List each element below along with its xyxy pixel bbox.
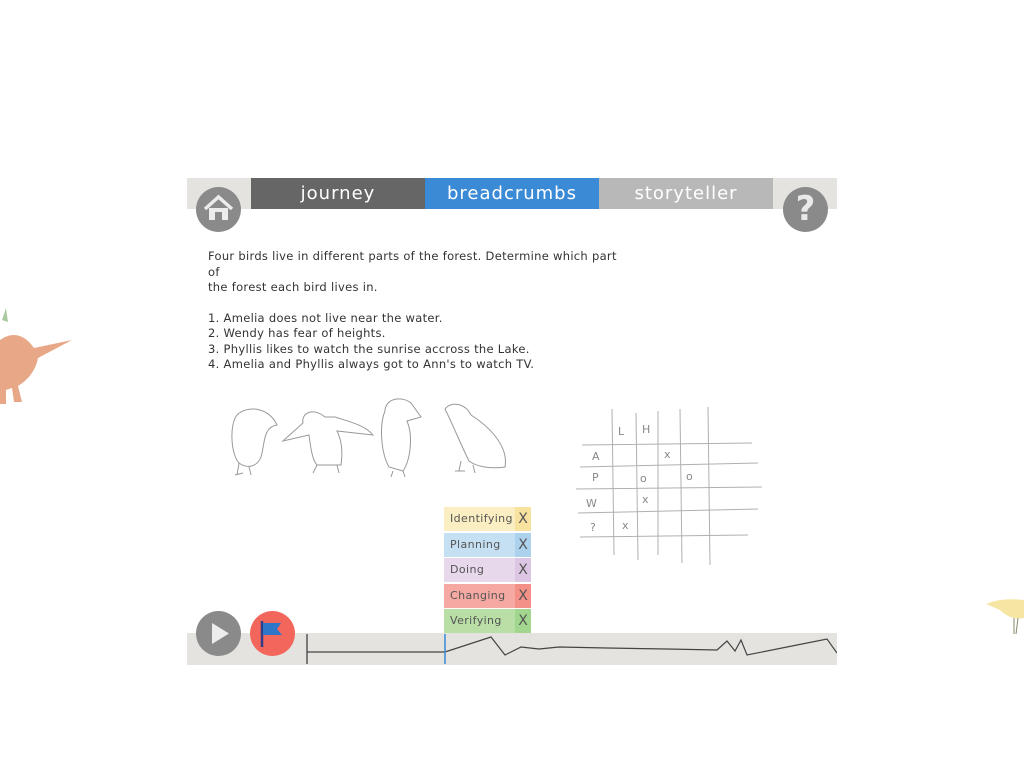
stage-label: Identifying (450, 512, 513, 525)
stage-label: Changing (450, 588, 506, 602)
bird-sketches (231, 398, 506, 478)
bird-sketch (444, 403, 506, 474)
grid-col-header: L (618, 425, 625, 438)
bird-sketch (281, 411, 375, 474)
grid-row-header: P (592, 471, 599, 484)
grid-mark: x (642, 493, 649, 506)
grid-col-header: H (642, 423, 650, 436)
clue: 3. Phyllis likes to watch the sunrise ac… (208, 341, 530, 356)
play-button[interactable] (196, 611, 241, 656)
stage-label: Planning (450, 537, 501, 551)
bird-illustration (986, 599, 1024, 635)
logic-grid-sketch: L H A P W ? x o o x x (575, 406, 763, 566)
stage-identifying[interactable]: Identifying X (444, 507, 531, 531)
home-button[interactable] (196, 187, 241, 232)
grid-mark: x (622, 519, 629, 532)
grid-row-header: ? (590, 521, 596, 534)
stage-label: Doing (450, 563, 485, 576)
grid-row-header: A (592, 450, 600, 463)
tab-breadcrumbs[interactable]: breadcrumbs (425, 178, 599, 209)
puzzle-intro: Four birds live in different parts of th… (208, 249, 617, 279)
puzzle-intro: the forest each bird lives in. (208, 280, 378, 294)
clue: 2. Wendy has fear of heights. (208, 326, 386, 340)
flag-icon (260, 621, 282, 647)
grid-mark: o (640, 472, 647, 485)
stage-planning[interactable]: Planning X (444, 532, 531, 557)
stage-doing[interactable]: Doing X (444, 558, 531, 582)
remove-stage-button[interactable]: X (515, 609, 531, 633)
stage-changing[interactable]: Changing X (444, 583, 531, 608)
stage-verifying[interactable]: Verifying X (444, 609, 531, 633)
grid-mark: x (664, 448, 671, 461)
clue: 4. Amelia and Phyllis always got to Ann'… (208, 357, 535, 371)
grid-mark: o (686, 470, 693, 483)
home-icon (203, 194, 234, 220)
dinosaur-illustration (0, 308, 72, 404)
remove-stage-button[interactable]: X (515, 532, 531, 557)
puzzle-text: Four birds live in different parts of th… (208, 249, 618, 373)
tab-journey[interactable]: journey (251, 178, 425, 209)
bird-sketch (231, 408, 278, 476)
remove-stage-button[interactable]: X (515, 583, 531, 608)
remove-stage-button[interactable]: X (515, 558, 531, 582)
help-button[interactable]: ? (783, 187, 828, 232)
play-icon (212, 623, 229, 644)
clue: 1. Amelia does not live near the water. (208, 310, 443, 325)
remove-stage-button[interactable]: X (515, 507, 531, 531)
grid-row-header: W (586, 497, 597, 510)
flag-button[interactable] (250, 611, 295, 656)
bird-sketch (381, 398, 422, 478)
tab-storyteller[interactable]: storyteller (599, 178, 773, 209)
stage-label: Verifying (450, 614, 502, 627)
